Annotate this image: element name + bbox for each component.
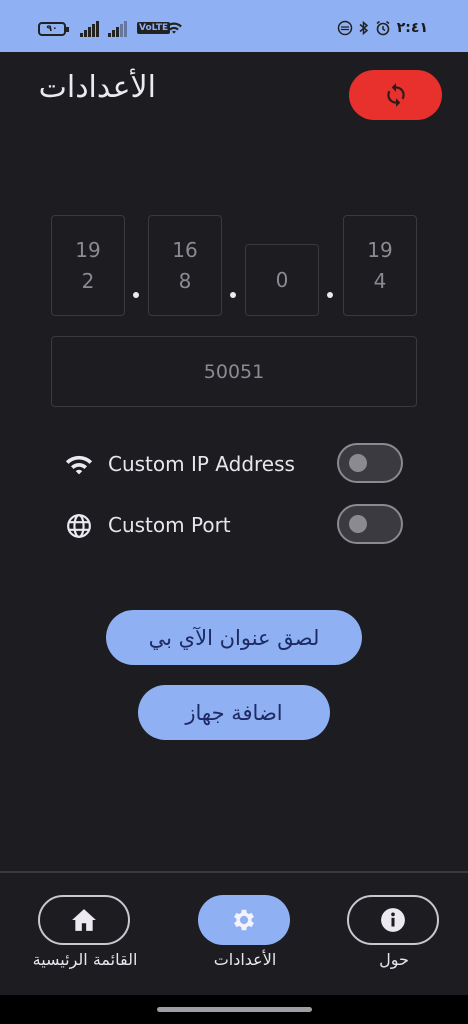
gear-icon bbox=[234, 909, 254, 931]
alarm-icon bbox=[376, 20, 390, 36]
home-icon bbox=[72, 909, 96, 931]
nav-divider bbox=[0, 871, 468, 873]
nav-home-pill[interactable] bbox=[38, 895, 130, 945]
paste-ip-button[interactable]: لصق عنوان الآي بي bbox=[106, 610, 362, 665]
status-right-group: ٢:٤١ bbox=[337, 20, 428, 36]
signal-icon bbox=[80, 21, 99, 37]
custom-port-toggle[interactable] bbox=[337, 504, 403, 544]
wifi-icon bbox=[65, 455, 93, 475]
sync-icon bbox=[386, 83, 405, 107]
ip-octet-2-field[interactable]: 168 bbox=[148, 215, 222, 316]
nav-about-pill[interactable] bbox=[347, 895, 439, 945]
add-device-label: اضافة جهاز bbox=[185, 700, 283, 725]
ip-octet-1-field[interactable]: 192 bbox=[51, 215, 125, 316]
ip-separator-dot bbox=[327, 292, 333, 298]
ip-octet-4-field[interactable]: 194 bbox=[343, 215, 417, 316]
port-value: 50051 bbox=[203, 360, 265, 383]
ip-octet-4-value: 194 bbox=[367, 237, 393, 293]
custom-port-label: Custom Port bbox=[108, 513, 231, 537]
info-icon bbox=[381, 908, 405, 932]
status-time: ٢:٤١ bbox=[396, 20, 428, 36]
ip-octet-1-value: 192 bbox=[75, 237, 101, 293]
nav-item-home[interactable]: القائمة الرئيسية bbox=[33, 895, 137, 969]
toggle-knob bbox=[349, 454, 367, 472]
nav-settings-label: الأعدادات bbox=[213, 950, 277, 969]
port-field[interactable]: 50051 bbox=[51, 336, 417, 407]
status-bar: ٩٠ VoLTE ٢:٤١ bbox=[0, 0, 468, 52]
toggle-knob bbox=[349, 515, 367, 533]
nav-settings-pill[interactable] bbox=[198, 895, 290, 945]
custom-port-row: Custom Port bbox=[64, 504, 404, 546]
nav-item-about[interactable]: حول bbox=[347, 895, 441, 969]
custom-ip-row: Custom IP Address bbox=[64, 443, 404, 485]
nav-home-label: القائمة الرئيسية bbox=[32, 950, 138, 969]
nav-about-label: حول bbox=[379, 950, 409, 969]
ip-octet-3-field[interactable]: 0 bbox=[245, 244, 319, 316]
custom-ip-label: Custom IP Address bbox=[108, 452, 295, 476]
ip-octet-2-value: 168 bbox=[172, 237, 198, 293]
wifi-icon bbox=[166, 22, 182, 34]
add-device-button[interactable]: اضافة جهاز bbox=[138, 685, 330, 740]
battery-icon: ٩٠ bbox=[38, 22, 69, 36]
custom-ip-toggle[interactable] bbox=[337, 443, 403, 483]
home-indicator[interactable] bbox=[157, 1007, 312, 1012]
data-saver-icon bbox=[337, 20, 353, 36]
page-title: الأعدادات bbox=[38, 70, 156, 105]
paste-ip-label: لصق عنوان الآي بي bbox=[148, 625, 320, 650]
bluetooth-icon bbox=[359, 20, 368, 36]
ip-separator-dot bbox=[230, 292, 236, 298]
ip-separator-dot bbox=[133, 292, 139, 298]
refresh-button[interactable] bbox=[349, 70, 442, 120]
nav-item-settings[interactable]: الأعدادات bbox=[198, 895, 292, 969]
signal-icon bbox=[108, 21, 127, 37]
globe-icon bbox=[67, 514, 91, 538]
ip-octet-3-value: 0 bbox=[275, 267, 289, 292]
